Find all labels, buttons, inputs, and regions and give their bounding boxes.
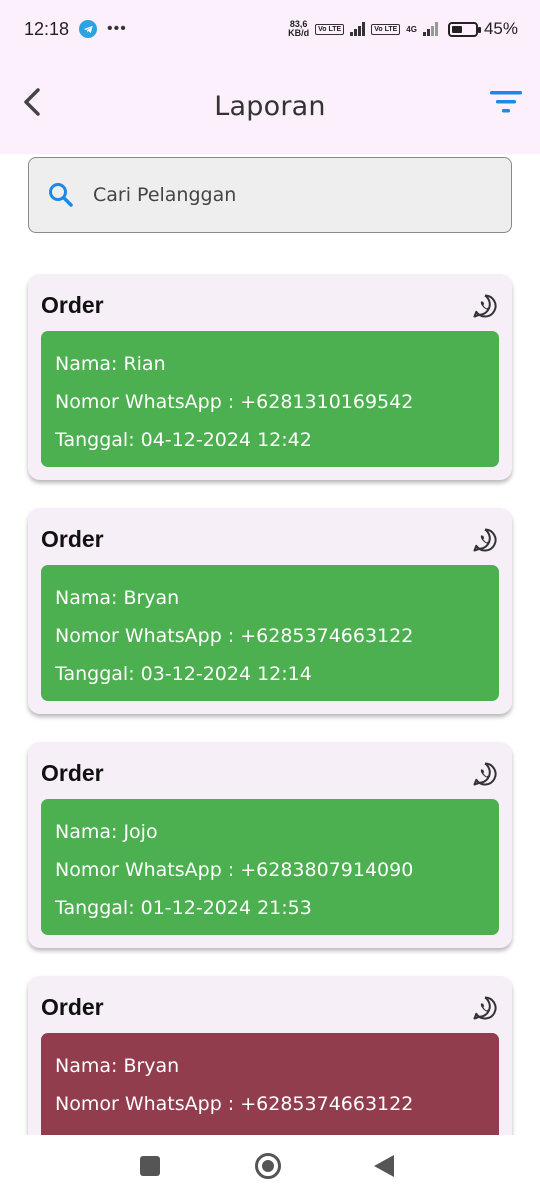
recent-apps-button[interactable] [140,1156,160,1176]
network-type: 4G [406,24,417,34]
customer-name: Nama: Jojo [55,821,158,843]
whatsapp-icon[interactable] [472,761,498,787]
arrow-back-icon [24,88,40,116]
whatsapp-icon[interactable] [472,293,498,319]
order-card[interactable]: Order Nama: Bryan Nomor WhatsApp : +6285… [28,508,512,714]
order-list: Order Nama: Rian Nomor WhatsApp : +62813… [0,240,540,1135]
status-bar: 12:18 ••• 83,6 KB/d Vo LTE Vo LTE 4G 45% [0,0,540,58]
order-details: Nama: Jojo Nomor WhatsApp : +62838079140… [41,799,499,935]
signal-icon-2 [422,22,438,36]
order-date: Tanggal: 01-12-2024 21:53 [55,897,312,919]
customer-name: Nama: Rian [55,353,166,375]
volte-icon-2: Vo LTE [371,23,401,35]
app-bar: Laporan [0,58,540,154]
status-time: 12:18 [24,18,70,39]
customer-name: Nama: Bryan [55,1055,180,1077]
whatsapp-icon[interactable] [472,527,498,553]
customer-phone: Nomor WhatsApp : +6281310169542 [55,391,414,413]
page-title: Laporan [214,90,326,122]
filter-icon [490,91,522,113]
customer-phone: Nomor WhatsApp : +6285374663122 [55,1093,414,1115]
battery-icon [447,21,481,37]
search-icon [49,183,73,207]
order-title: Order [41,994,104,1020]
whatsapp-icon[interactable] [472,995,498,1021]
more-notifications-icon: ••• [107,20,127,37]
home-button[interactable] [255,1153,281,1179]
order-details: Nama: Bryan Nomor WhatsApp : +6285374663… [41,565,499,701]
search-bar[interactable] [28,157,512,233]
order-date: Tanggal: 03-12-2024 12:14 [55,663,312,685]
battery-percent: 45% [483,19,518,38]
order-card[interactable]: Order Nama: Rian Nomor WhatsApp : +62813… [28,274,512,480]
system-back-button[interactable] [374,1155,394,1177]
signal-icon-1 [350,22,366,36]
system-nav-bar [0,1135,540,1200]
customer-phone: Nomor WhatsApp : +6283807914090 [55,859,414,881]
search-input[interactable] [93,184,473,206]
order-details: Nama: Rian Nomor WhatsApp : +62813101695… [41,331,499,467]
telegram-icon [79,20,98,38]
order-card[interactable]: Order Nama: Bryan Nomor WhatsApp : +6285… [28,976,512,1135]
volte-icon-1: Vo LTE [315,23,345,35]
filter-button[interactable] [488,84,524,120]
order-date: Tanggal: 04-12-2024 12:42 [55,429,312,451]
order-title: Order [41,292,104,318]
back-button[interactable] [16,82,48,122]
order-title: Order [41,526,104,552]
order-details: Nama: Bryan Nomor WhatsApp : +6285374663… [41,1033,499,1135]
order-card[interactable]: Order Nama: Jojo Nomor WhatsApp : +62838… [28,742,512,948]
network-speed: 83,6 KB/d [288,19,310,38]
customer-name: Nama: Bryan [55,587,180,609]
customer-phone: Nomor WhatsApp : +6285374663122 [55,625,414,647]
order-title: Order [41,760,104,786]
